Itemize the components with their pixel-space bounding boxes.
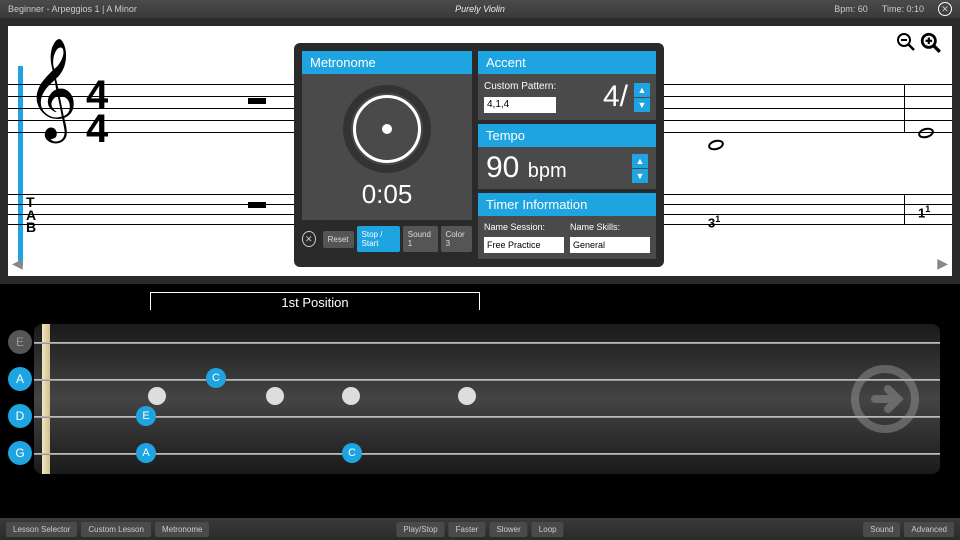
bpm-readout: Bpm: 60 <box>834 4 868 14</box>
fret-note-c2[interactable]: C <box>342 443 362 463</box>
lesson-title: Beginner - Arpeggios 1 | A Minor <box>8 4 137 14</box>
sound-select-button[interactable]: Sound 1 <box>403 226 438 252</box>
zoom-out-icon[interactable] <box>896 32 916 60</box>
app-logo: Purely Violin <box>455 4 505 14</box>
top-bar: Beginner - Arpeggios 1 | A Minor Purely … <box>0 0 960 18</box>
reset-button[interactable]: Reset <box>323 231 354 248</box>
open-a[interactable]: A <box>8 367 32 391</box>
tab-rest-1 <box>248 202 266 208</box>
accent-display: 4/ <box>603 80 628 114</box>
close-icon[interactable]: ✕ <box>938 2 952 16</box>
fret-marker-4 <box>458 387 476 405</box>
fret-note-c1[interactable]: C <box>206 368 226 388</box>
tab-barline-1 <box>904 194 905 224</box>
tempo-title: Tempo <box>478 124 656 147</box>
string-g <box>34 453 940 455</box>
open-e[interactable]: E <box>8 330 32 354</box>
fret-marker-1 <box>148 387 166 405</box>
metronome-panel: Metronome 0:05 ✕ Reset Stop / Start Soun… <box>294 43 664 267</box>
pattern-label: Custom Pattern: <box>484 81 597 92</box>
loop-button[interactable]: Loop <box>532 522 564 537</box>
session-label: Name Session: <box>484 222 564 232</box>
skills-label: Name Skills: <box>570 222 650 232</box>
tempo-down-icon[interactable]: ▼ <box>632 169 648 183</box>
time-signature: 4 4 <box>86 78 108 146</box>
fret-marker-3 <box>342 387 360 405</box>
custom-lesson-button[interactable]: Custom Lesson <box>81 522 151 537</box>
accent-down-icon[interactable]: ▼ <box>634 98 650 112</box>
sound-button[interactable]: Sound <box>863 522 900 537</box>
bottom-bar: Lesson Selector Custom Lesson Metronome … <box>0 518 960 540</box>
fingering-2: 11 <box>918 204 930 220</box>
string-d <box>34 416 940 418</box>
metronome-elapsed: 0:05 <box>362 179 413 210</box>
open-g[interactable]: G <box>8 441 32 465</box>
string-a <box>34 379 940 381</box>
barline-1 <box>904 84 905 132</box>
advanced-button[interactable]: Advanced <box>904 522 954 537</box>
faster-button[interactable]: Faster <box>449 522 486 537</box>
next-page-icon[interactable]: ▶ <box>937 255 948 272</box>
pattern-input[interactable] <box>484 97 556 113</box>
fretboard: 1st Position E A D G C E A C <box>0 284 960 502</box>
fret-note-a1[interactable]: A <box>136 443 156 463</box>
timer-title: Timer Information <box>478 193 656 216</box>
session-input[interactable] <box>484 237 564 253</box>
fret-note-e1[interactable]: E <box>136 406 156 426</box>
neck <box>34 324 940 474</box>
slower-button[interactable]: Slower <box>489 522 527 537</box>
treble-clef: 𝄞 <box>26 64 78 117</box>
fingering-1: 31 <box>708 214 720 230</box>
scroll-right-icon[interactable] <box>850 364 920 434</box>
lesson-selector-button[interactable]: Lesson Selector <box>6 522 77 537</box>
accent-up-icon[interactable]: ▲ <box>634 83 650 97</box>
metronome-button[interactable]: Metronome <box>155 522 209 537</box>
string-e <box>34 342 940 344</box>
tempo-up-icon[interactable]: ▲ <box>632 154 648 168</box>
prev-page-icon[interactable]: ◀ <box>12 255 23 272</box>
accent-title: Accent <box>478 51 656 74</box>
skills-input[interactable] <box>570 237 650 253</box>
nut <box>42 324 50 474</box>
fret-marker-2 <box>266 387 284 405</box>
color-select-button[interactable]: Color 3 <box>441 226 472 252</box>
open-d[interactable]: D <box>8 404 32 428</box>
metronome-dial[interactable]: 0:05 <box>302 74 472 220</box>
stop-start-button[interactable]: Stop / Start <box>357 226 400 252</box>
play-stop-button[interactable]: Play/Stop <box>396 522 444 537</box>
metronome-close-icon[interactable]: ✕ <box>302 231 316 247</box>
rest-1 <box>248 98 266 104</box>
tempo-display: 90 bpm <box>486 151 626 185</box>
zoom-in-icon[interactable] <box>920 32 942 60</box>
metronome-title: Metronome <box>302 51 472 74</box>
score-area: 𝄞 4 4 T A B 31 11 ◀ ▶ Metronome 0:05 <box>0 18 960 284</box>
position-label: 1st Position <box>150 292 480 310</box>
time-readout: Time: 0:10 <box>882 4 924 14</box>
